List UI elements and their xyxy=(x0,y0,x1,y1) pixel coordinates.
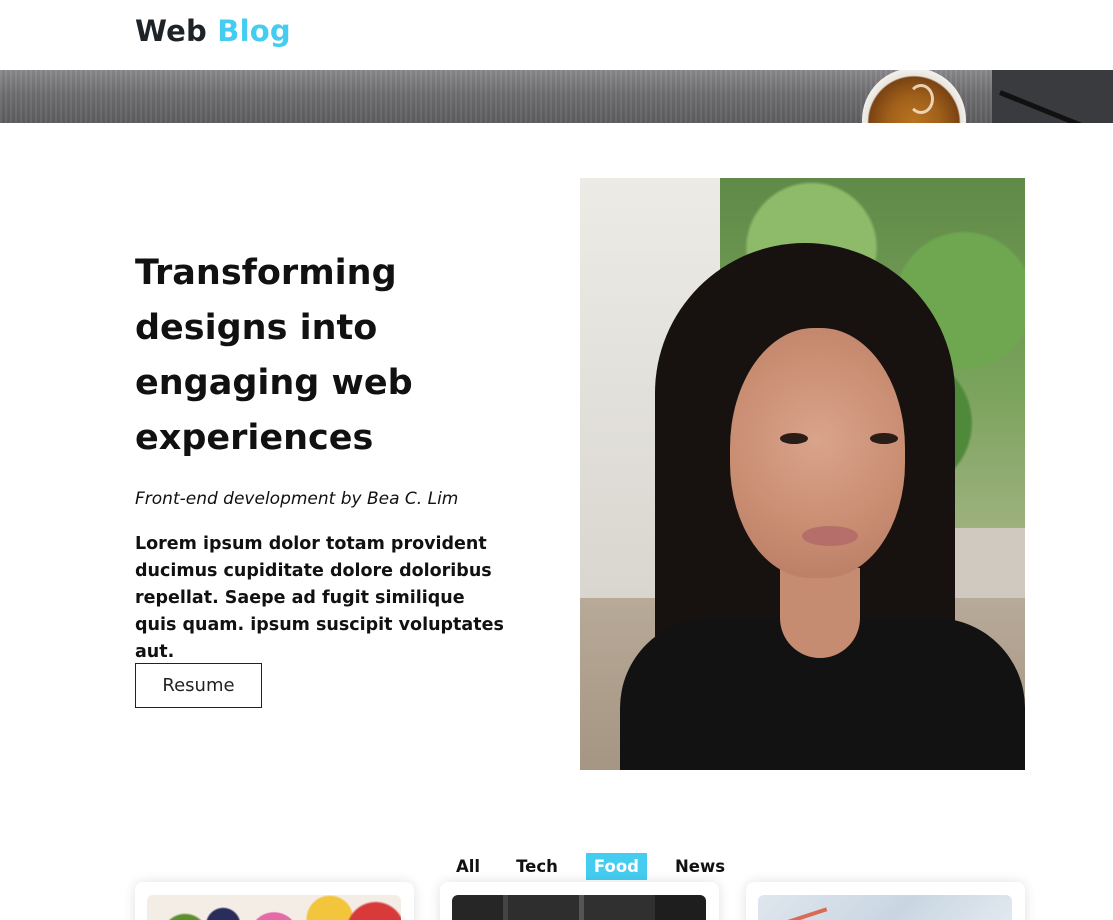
site-logo[interactable]: Web Blog xyxy=(135,14,291,48)
hero-byline: Front-end development by Bea C. Lim xyxy=(135,489,459,509)
card-thumbnail-tech xyxy=(452,895,706,920)
filter-all[interactable]: All xyxy=(448,853,488,880)
blog-card[interactable] xyxy=(746,882,1025,920)
card-thumbnail-food xyxy=(147,895,401,920)
card-thumbnail-news xyxy=(758,895,1012,920)
blog-card[interactable] xyxy=(135,882,414,920)
logo-text-web: Web xyxy=(135,14,207,48)
portrait-neck xyxy=(780,568,860,658)
portrait-lips xyxy=(802,526,858,546)
filter-tech[interactable]: Tech xyxy=(508,853,566,880)
blog-card[interactable] xyxy=(440,882,719,920)
filter-news[interactable]: News xyxy=(667,853,733,880)
category-filter-tabs: All Tech Food News xyxy=(448,851,753,881)
portrait-eye-left xyxy=(780,433,808,444)
author-portrait xyxy=(580,178,1025,770)
filter-food[interactable]: Food xyxy=(585,852,647,880)
hero-title: Transforming designs into engaging web e… xyxy=(135,253,413,458)
logo-text-blog: Blog xyxy=(217,14,291,48)
banner-image xyxy=(0,70,1113,123)
resume-button[interactable]: Resume xyxy=(135,663,262,708)
site-header: Web Blog xyxy=(0,0,1113,70)
portrait-eye-right xyxy=(870,433,898,444)
hero-description: Lorem ipsum dolor totam provident ducimu… xyxy=(135,534,504,662)
